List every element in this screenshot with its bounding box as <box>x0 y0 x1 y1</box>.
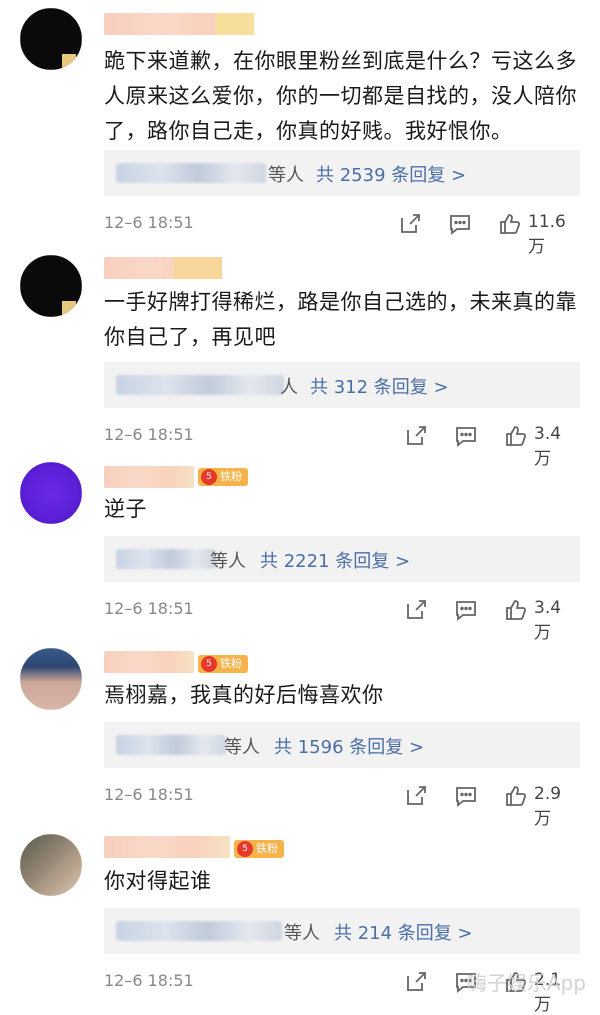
share-icon[interactable] <box>398 212 422 236</box>
like-count: 2.9 万 <box>534 784 562 829</box>
username[interactable] <box>104 13 254 35</box>
comment-meta: 12–6 18:51 2.9 万 <box>104 782 580 829</box>
like-count: 3.4 万 <box>534 424 562 469</box>
reply-users-suffix: 等人 <box>268 165 304 186</box>
avatar[interactable] <box>20 8 82 70</box>
comment-time: 12–6 18:51 <box>104 785 194 804</box>
reply-users-suffix: 等人 <box>224 737 260 758</box>
comment-text: 一手好牌打得稀烂，路是你自己选的，未来真的靠你自己了，再见吧 <box>104 290 577 349</box>
reply-usernames <box>116 163 266 183</box>
thumbs-up-icon[interactable] <box>504 424 528 448</box>
username[interactable] <box>104 651 194 673</box>
comment-meta: 12–6 18:51 3.4 万 <box>104 422 580 469</box>
reply-usernames <box>116 375 284 395</box>
comment-icon[interactable] <box>448 212 472 236</box>
heart-icon: 5 <box>201 656 217 672</box>
comment-text: 你对得起谁 <box>104 869 212 893</box>
comment-time: 12–6 18:51 <box>104 971 194 990</box>
reply-summary[interactable]: 等人 共 2539 条回复 > <box>104 150 580 196</box>
reply-count-link[interactable]: 共 312 条回复 > <box>310 373 449 399</box>
fan-badge: 5 铁粉 <box>234 840 284 858</box>
fan-badge-label: 铁粉 <box>220 470 242 483</box>
reply-users-suffix: 等人 <box>284 923 320 944</box>
avatar[interactable] <box>20 648 82 710</box>
username[interactable] <box>104 836 230 858</box>
reply-users-suffix: 等人 <box>210 551 246 572</box>
reply-summary[interactable]: 等人 共 1596 条回复 > <box>104 722 580 768</box>
comment-time: 12–6 18:51 <box>104 425 194 444</box>
like-count: 11.6 万 <box>528 212 566 257</box>
reply-summary[interactable]: 等人 共 214 条回复 > <box>104 908 580 954</box>
heart-icon: 5 <box>201 469 217 485</box>
reply-count-link[interactable]: 共 214 条回复 > <box>334 919 473 945</box>
comment-time: 12–6 18:51 <box>104 599 194 618</box>
comment-meta: 12–6 18:51 3.4 万 <box>104 596 580 643</box>
heart-icon: 5 <box>237 841 253 857</box>
reply-count-link[interactable]: 共 2539 条回复 > <box>316 161 466 187</box>
reply-usernames <box>116 549 216 569</box>
thumbs-up-icon[interactable] <box>504 598 528 622</box>
comment-meta: 12–6 18:51 11.6 万 <box>104 210 580 257</box>
share-icon[interactable] <box>404 424 428 448</box>
username[interactable] <box>104 257 222 279</box>
fan-badge: 5 铁粉 <box>198 655 248 673</box>
comment-icon[interactable] <box>454 784 478 808</box>
reply-usernames <box>116 921 282 941</box>
comment-text: 逆子 <box>104 497 147 521</box>
reply-users-suffix: 人 <box>280 377 298 398</box>
fan-badge: 5 铁粉 <box>198 468 248 486</box>
share-icon[interactable] <box>404 598 428 622</box>
avatar[interactable] <box>20 255 82 317</box>
reply-usernames <box>116 735 226 755</box>
username[interactable] <box>104 466 194 488</box>
comment-icon[interactable] <box>454 598 478 622</box>
like-count: 3.4 万 <box>534 598 562 643</box>
thumbs-up-icon[interactable] <box>504 784 528 808</box>
reply-count-link[interactable]: 共 1596 条回复 > <box>274 733 424 759</box>
reply-summary[interactable]: 人 共 312 条回复 > <box>104 362 580 408</box>
comment-time: 12–6 18:51 <box>104 213 194 232</box>
fan-badge-label: 铁粉 <box>220 657 242 670</box>
avatar[interactable] <box>20 462 82 524</box>
comment-icon[interactable] <box>454 424 478 448</box>
share-icon[interactable] <box>404 970 428 994</box>
watermark: 嗨子娱乐App <box>466 971 586 995</box>
fan-badge-label: 铁粉 <box>256 842 278 855</box>
comment-text: 焉栩嘉，我真的好后悔喜欢你 <box>104 683 384 707</box>
avatar[interactable] <box>20 834 82 896</box>
comment-text: 跪下来道歉，在你眼里粉丝到底是什么？亏这么多人原来这么爱你，你的一切都是自找的，… <box>104 49 577 143</box>
reply-summary[interactable]: 等人 共 2221 条回复 > <box>104 536 580 582</box>
share-icon[interactable] <box>404 784 428 808</box>
thumbs-up-icon[interactable] <box>498 212 522 236</box>
reply-count-link[interactable]: 共 2221 条回复 > <box>260 547 410 573</box>
